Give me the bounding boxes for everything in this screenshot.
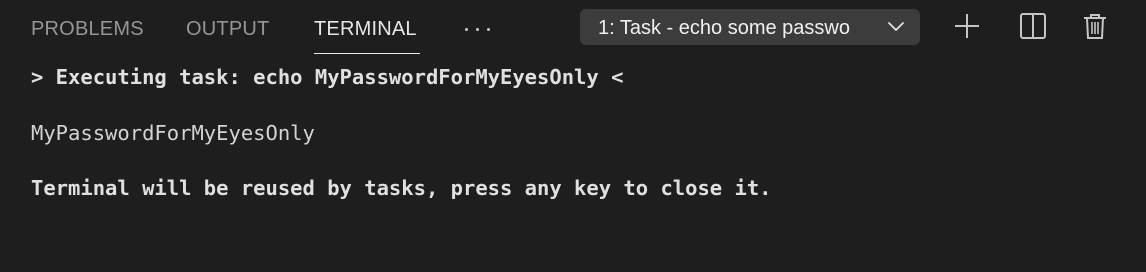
terminal-line-output: MyPasswordForMyEyesOnly xyxy=(31,121,315,145)
ellipsis-icon xyxy=(465,28,468,31)
more-actions-button[interactable] xyxy=(460,15,496,43)
terminal-select-dropdown[interactable]: 1: Task - echo some passwo xyxy=(580,9,920,45)
trash-icon xyxy=(1084,14,1106,39)
tab-output[interactable]: OUTPUT xyxy=(186,17,269,41)
split-icon xyxy=(1020,13,1046,39)
terminal-panel: PROBLEMS OUTPUT TERMINAL 1: Task - echo … xyxy=(0,0,1146,272)
ellipsis-dot xyxy=(487,28,490,31)
active-tab-indicator xyxy=(314,53,420,54)
panel-tab-bar: PROBLEMS OUTPUT TERMINAL 1: Task - echo … xyxy=(0,0,1146,56)
terminal-output[interactable]: > Executing task: echo MyPasswordForMyEy… xyxy=(0,56,1146,272)
terminal-line-reuse-notice: Terminal will be reused by tasks, press … xyxy=(31,176,772,200)
tab-terminal[interactable]: TERMINAL xyxy=(314,17,417,41)
terminal-select-value: 1: Task - echo some passwo xyxy=(598,17,850,39)
kill-terminal-button[interactable] xyxy=(1080,11,1110,41)
terminal-line-task-command: > Executing task: echo MyPasswordForMyEy… xyxy=(31,65,624,89)
tab-problems[interactable]: PROBLEMS xyxy=(31,17,144,41)
new-terminal-button[interactable] xyxy=(952,11,982,41)
plus-icon xyxy=(955,14,979,38)
chevron-down-icon xyxy=(888,22,904,31)
ellipsis-dot xyxy=(476,28,479,31)
split-terminal-button[interactable] xyxy=(1018,11,1048,41)
